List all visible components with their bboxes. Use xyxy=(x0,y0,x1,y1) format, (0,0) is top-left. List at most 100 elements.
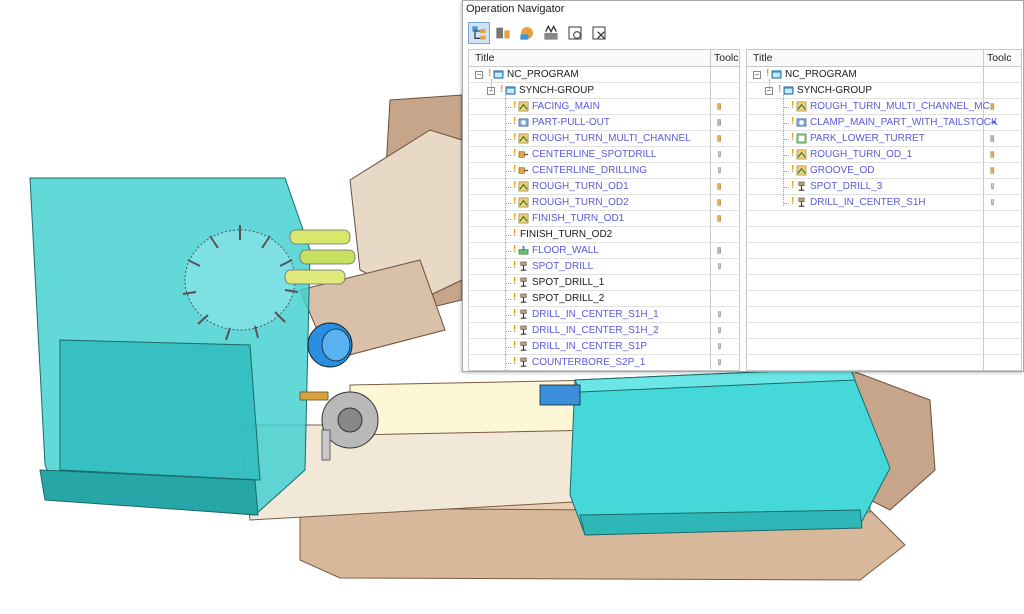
warning-status-icon: ! xyxy=(513,244,517,255)
warning-status-icon: ! xyxy=(791,148,795,159)
drill-tool-icon xyxy=(718,327,721,334)
warning-status-icon: ! xyxy=(766,68,770,79)
tree-node-root[interactable]: −! NC_PROGRAM xyxy=(747,67,1021,83)
operation-row[interactable]: ! DRILL_IN_CENTER_S1H_2 xyxy=(469,323,739,339)
turn-tool-icon xyxy=(717,199,721,206)
operation-row[interactable]: ! CENTERLINE_DRILLING xyxy=(469,163,739,179)
empty-row xyxy=(747,307,1021,323)
warning-status-icon: ! xyxy=(791,196,795,207)
operation-row[interactable]: ! ROUGH_TURN_MULTI_CHANNEL xyxy=(469,131,739,147)
delete-operation-icon xyxy=(592,26,606,40)
operation-row[interactable]: ! SPOT_DRILL_1 xyxy=(469,275,739,291)
operation-row[interactable]: ! FACING_MAIN xyxy=(469,99,739,115)
tree-node-label: NC_PROGRAM xyxy=(507,69,579,80)
mill-op-icon xyxy=(518,245,529,255)
operation-row[interactable]: ! DRILL_IN_CENTER_S1H_1 xyxy=(469,307,739,323)
drill-tool-icon xyxy=(718,359,721,366)
operation-tree-left: Title Toolc −! NC_PROGRAM −! SYNCH-GROUP! FA… xyxy=(468,49,740,371)
column-tool-header[interactable]: Toolc xyxy=(987,52,1012,64)
tree-rows: −! NC_PROGRAM −! SYNCH-GROUP! FACING_MAIN! PA… xyxy=(469,67,739,370)
warning-status-icon: ! xyxy=(513,308,517,319)
drill-op-icon xyxy=(520,261,527,271)
turn-tool-icon xyxy=(717,135,721,142)
turning-op-icon xyxy=(796,101,807,112)
operation-row[interactable]: ! CLAMP_MAIN_PART_WITH_TAILSTOCK xyxy=(747,115,1021,131)
chuck-face xyxy=(321,328,351,362)
warning-status-icon: ! xyxy=(513,260,517,271)
operation-row[interactable]: ! FINISH_TURN_OD2 xyxy=(469,227,739,243)
operation-row[interactable]: ! SPOT_DRILL_2 xyxy=(469,291,739,307)
drill-op-icon xyxy=(520,277,527,287)
operation-name: PART-PULL-OUT xyxy=(532,117,610,128)
drill-op-icon xyxy=(520,325,527,335)
column-title-header[interactable]: Title xyxy=(475,52,494,64)
sub-spindle xyxy=(539,384,581,406)
operation-row[interactable]: ! ROUGH_TURN_OD2 xyxy=(469,195,739,211)
empty-row xyxy=(747,323,1021,339)
navigator-toolbar xyxy=(468,22,610,44)
operation-row[interactable]: ! PART-PULL-OUT xyxy=(469,115,739,131)
operation-row[interactable]: ! CENTERLINE_SPOTDRILL xyxy=(469,147,739,163)
warning-status-icon: ! xyxy=(513,196,517,207)
machine-tool-view-button[interactable] xyxy=(492,22,514,44)
operation-row[interactable]: ! ROUGH_TURN_MULTI_CHANNEL_MC xyxy=(747,99,1021,115)
delete-operation-button[interactable] xyxy=(588,22,610,44)
turn-tool-icon xyxy=(990,151,994,158)
geometry-view-icon xyxy=(520,27,533,40)
warning-status-icon: ! xyxy=(791,164,795,175)
drill-op-icon xyxy=(520,357,527,367)
new-operation-button[interactable] xyxy=(564,22,586,44)
new-operation-icon xyxy=(568,26,582,40)
program-order-view-icon xyxy=(472,26,486,40)
generic-tool-icon xyxy=(717,247,721,254)
collapse-toggle[interactable]: − xyxy=(475,71,483,79)
lower-turret-post xyxy=(321,429,331,461)
operation-name: FINISH_TURN_OD1 xyxy=(532,213,625,224)
operation-name: DRILL_IN_CENTER_S1H_1 xyxy=(532,309,659,320)
operation-row[interactable]: ! PARK_LOWER_TURRET xyxy=(747,131,1021,147)
tree-header: Title Toolc xyxy=(747,50,1021,67)
warning-status-icon: ! xyxy=(513,148,517,159)
drill-tool-icon xyxy=(991,199,994,206)
operation-name: GROOVE_OD xyxy=(810,165,875,176)
tree-node-group[interactable]: −! SYNCH-GROUP xyxy=(469,83,739,99)
operation-row[interactable]: ! DRILL_IN_CENTER_S1P xyxy=(469,339,739,355)
drill-op-icon xyxy=(798,197,805,207)
operation-row[interactable]: ! COUNTERBORE_S2P_1 xyxy=(469,355,739,370)
tree-node-group[interactable]: −! SYNCH-GROUP xyxy=(747,83,1021,99)
operation-name: ROUGH_TURN_OD_1 xyxy=(810,149,913,160)
operation-row[interactable]: ! SPOT_DRILL xyxy=(469,259,739,275)
operation-row[interactable]: ! SPOT_DRILL_3 xyxy=(747,179,1021,195)
operation-row[interactable]: ! GROOVE_OD xyxy=(747,163,1021,179)
tree-node-label: SYNCH-GROUP xyxy=(519,85,595,96)
warning-status-icon: ! xyxy=(513,164,517,175)
machining-method-view-button[interactable] xyxy=(540,22,562,44)
empty-row xyxy=(747,275,1021,291)
column-tool-header[interactable]: Toolc xyxy=(714,52,739,64)
operation-row[interactable]: ! DRILL_IN_CENTER_S1H xyxy=(747,195,1021,211)
program-icon xyxy=(771,70,782,79)
drill-op-icon xyxy=(520,309,527,319)
drill-op-icon xyxy=(520,341,527,351)
drill-tool-icon xyxy=(718,167,721,174)
tree-rows: −! NC_PROGRAM −! SYNCH-GROUP! ROUGH_TURN_MUL… xyxy=(747,67,1021,370)
warning-status-icon: ! xyxy=(513,228,517,239)
operation-row[interactable]: ! FINISH_TURN_OD1 xyxy=(469,211,739,227)
main-spindle-housing-front xyxy=(59,339,261,481)
program-order-view-button[interactable] xyxy=(468,22,490,44)
operation-name: CENTERLINE_SPOTDRILL xyxy=(532,149,657,160)
drill-tool-icon xyxy=(718,263,721,270)
drill-tool-icon xyxy=(718,343,721,350)
tree-node-root[interactable]: −! NC_PROGRAM xyxy=(469,67,739,83)
operation-row[interactable]: ! FLOOR_WALL xyxy=(469,243,739,259)
warning-status-icon: ! xyxy=(513,180,517,191)
warning-status-icon: ! xyxy=(513,100,517,111)
operation-row[interactable]: ! ROUGH_TURN_OD1 xyxy=(469,179,739,195)
turning-op-icon xyxy=(796,149,807,160)
column-title-header[interactable]: Title xyxy=(753,52,772,64)
geometry-view-button[interactable] xyxy=(516,22,538,44)
operation-name: ROUGH_TURN_OD1 xyxy=(532,181,629,192)
warning-status-icon: ! xyxy=(791,132,795,143)
collapse-toggle[interactable]: − xyxy=(753,71,761,79)
operation-row[interactable]: ! ROUGH_TURN_OD_1 xyxy=(747,147,1021,163)
